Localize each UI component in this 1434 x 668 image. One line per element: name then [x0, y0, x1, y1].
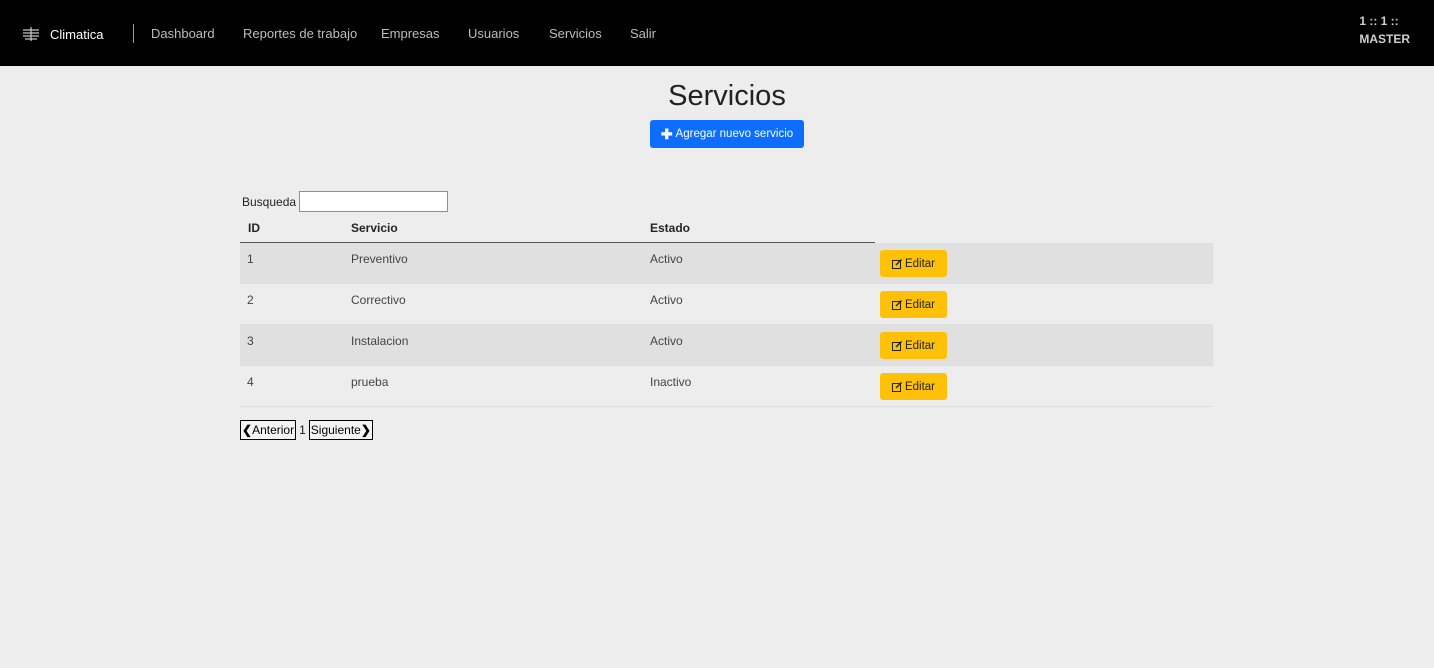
climatica-logo-icon — [23, 27, 39, 41]
edit-button[interactable]: Editar — [880, 373, 947, 400]
nav-link-usuarios[interactable]: Usuarios — [468, 26, 519, 41]
edit-icon — [891, 258, 902, 269]
previous-label: Anterior — [252, 423, 295, 437]
cell-estado: Inactivo — [650, 375, 692, 389]
top-navbar: Climatica Dashboard Reportes de trabajo … — [0, 0, 1434, 66]
column-header-estado: Estado — [650, 221, 691, 235]
cell-estado: Activo — [650, 252, 683, 266]
search-label: Busqueda — [242, 195, 297, 209]
nav-link-dashboard[interactable]: Dashboard — [151, 26, 215, 41]
column-header-servicio: Servicio — [351, 221, 398, 235]
cell-id: 3 — [247, 334, 254, 348]
add-service-button[interactable]: ✚ Agregar nuevo servicio — [650, 120, 804, 148]
cell-id: 1 — [247, 252, 254, 266]
edit-button[interactable]: Editar — [880, 250, 947, 277]
cell-servicio: Correctivo — [351, 293, 406, 307]
row-divider — [240, 406, 1213, 407]
edit-label: Editar — [904, 257, 936, 270]
cell-servicio: Preventivo — [351, 252, 408, 266]
nav-link-servicios[interactable]: Servicios — [549, 26, 602, 41]
cell-estado: Activo — [650, 293, 683, 307]
user-info[interactable]: 1 :: 1 :: MASTER — [1359, 12, 1410, 48]
page-title: Servicios — [668, 80, 786, 112]
nav-link-salir[interactable]: Salir — [630, 26, 656, 41]
user-ids: 1 :: 1 :: — [1359, 14, 1399, 28]
pagination: ❮ Anterior 1 Siguiente ❯ — [240, 420, 373, 440]
brand[interactable]: Climatica — [22, 24, 103, 44]
current-page-number: 1 — [299, 423, 306, 437]
cell-servicio: Instalacion — [351, 334, 409, 348]
cell-servicio: prueba — [351, 375, 389, 389]
edit-icon — [891, 340, 902, 351]
cell-estado: Activo — [650, 334, 683, 348]
plus-icon: ✚ — [660, 125, 673, 142]
edit-label: Editar — [904, 298, 936, 311]
nav-divider — [133, 24, 134, 43]
edit-button[interactable]: Editar — [880, 291, 947, 318]
nav-link-reportes[interactable]: Reportes de trabajo — [243, 26, 357, 41]
edit-button[interactable]: Editar — [880, 332, 947, 359]
table-row: 2 Correctivo Activo Editar — [240, 284, 1213, 325]
cell-id: 2 — [247, 293, 254, 307]
edit-label: Editar — [904, 339, 936, 352]
add-service-label: Agregar nuevo servicio — [675, 128, 794, 140]
table-row: 4 prueba Inactivo Editar — [240, 366, 1213, 407]
table-row: 3 Instalacion Activo Editar — [240, 325, 1213, 366]
next-page-button[interactable]: Siguiente ❯ — [308, 420, 373, 440]
user-role: MASTER — [1359, 32, 1410, 46]
edit-icon — [891, 299, 902, 310]
previous-page-button[interactable]: ❮ Anterior — [240, 420, 297, 440]
cell-id: 4 — [247, 375, 254, 389]
edit-icon — [891, 381, 902, 392]
search-input[interactable] — [299, 191, 448, 212]
brand-name: Climatica — [50, 26, 104, 42]
nav-link-empresas[interactable]: Empresas — [381, 26, 440, 41]
next-label: Siguiente — [310, 423, 361, 437]
edit-label: Editar — [904, 380, 936, 393]
chevron-right-icon: ❯ — [360, 423, 371, 437]
column-header-id: ID — [248, 221, 260, 235]
table-row: 1 Preventivo Activo Editar — [240, 243, 1213, 284]
chevron-left-icon: ❮ — [242, 423, 253, 437]
